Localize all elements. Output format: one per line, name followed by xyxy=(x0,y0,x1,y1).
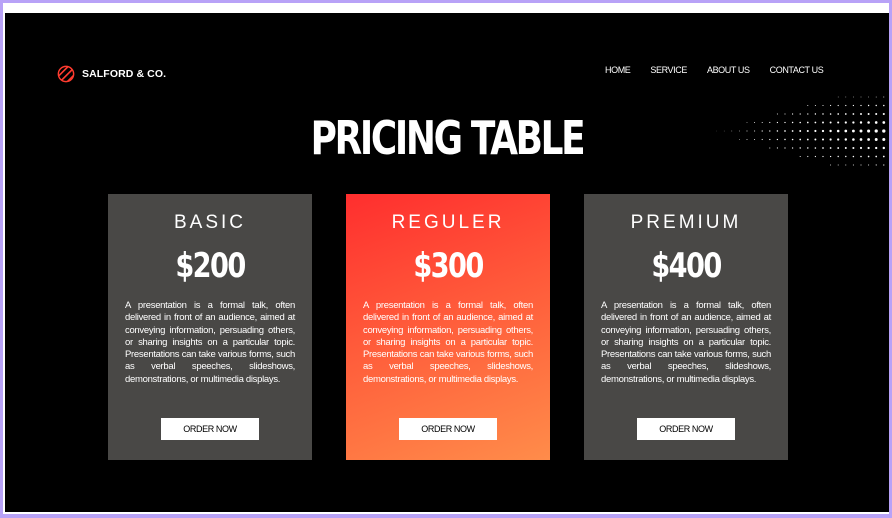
order-now-button[interactable]: ORDER NOW xyxy=(637,418,735,440)
brand-name: SALFORD & CO. xyxy=(82,68,167,80)
plan-description: A presentation is a formal talk, often d… xyxy=(125,300,295,385)
striped-circle-logo-icon xyxy=(57,65,75,83)
page-title: PRICING TABLE xyxy=(310,111,586,165)
nav-service[interactable]: SERVICE xyxy=(650,65,687,75)
pricing-slide[interactable]: SALFORD & CO. HOME SERVICE ABOUT US CONT… xyxy=(5,13,889,512)
pricing-card-basic: BASIC $200 A presentation is a formal ta… xyxy=(108,194,312,460)
plan-description: A presentation is a formal talk, often d… xyxy=(601,300,771,385)
plan-description: A presentation is a formal talk, often d… xyxy=(363,300,533,385)
pricing-card-reguler: REGULER $300 A presentation is a formal … xyxy=(346,194,550,460)
nav-about-us[interactable]: ABOUT US xyxy=(707,65,750,75)
pricing-card-premium: PREMIUM $400 A presentation is a formal … xyxy=(584,194,788,460)
brand-logo[interactable]: SALFORD & CO. xyxy=(57,65,166,83)
nav-home[interactable]: HOME xyxy=(605,65,631,75)
plan-name: REGULER xyxy=(391,212,505,233)
main-nav: HOME SERVICE ABOUT US CONTACT US xyxy=(605,65,843,75)
plan-price: $200 xyxy=(175,246,246,286)
plan-price: $300 xyxy=(413,246,484,286)
order-now-button[interactable]: ORDER NOW xyxy=(399,418,497,440)
plan-name: PREMIUM xyxy=(630,212,742,233)
plan-price: $400 xyxy=(651,246,722,286)
order-now-button[interactable]: ORDER NOW xyxy=(161,418,259,440)
nav-contact-us[interactable]: CONTACT US xyxy=(770,65,824,75)
plan-name: BASIC xyxy=(173,212,247,233)
